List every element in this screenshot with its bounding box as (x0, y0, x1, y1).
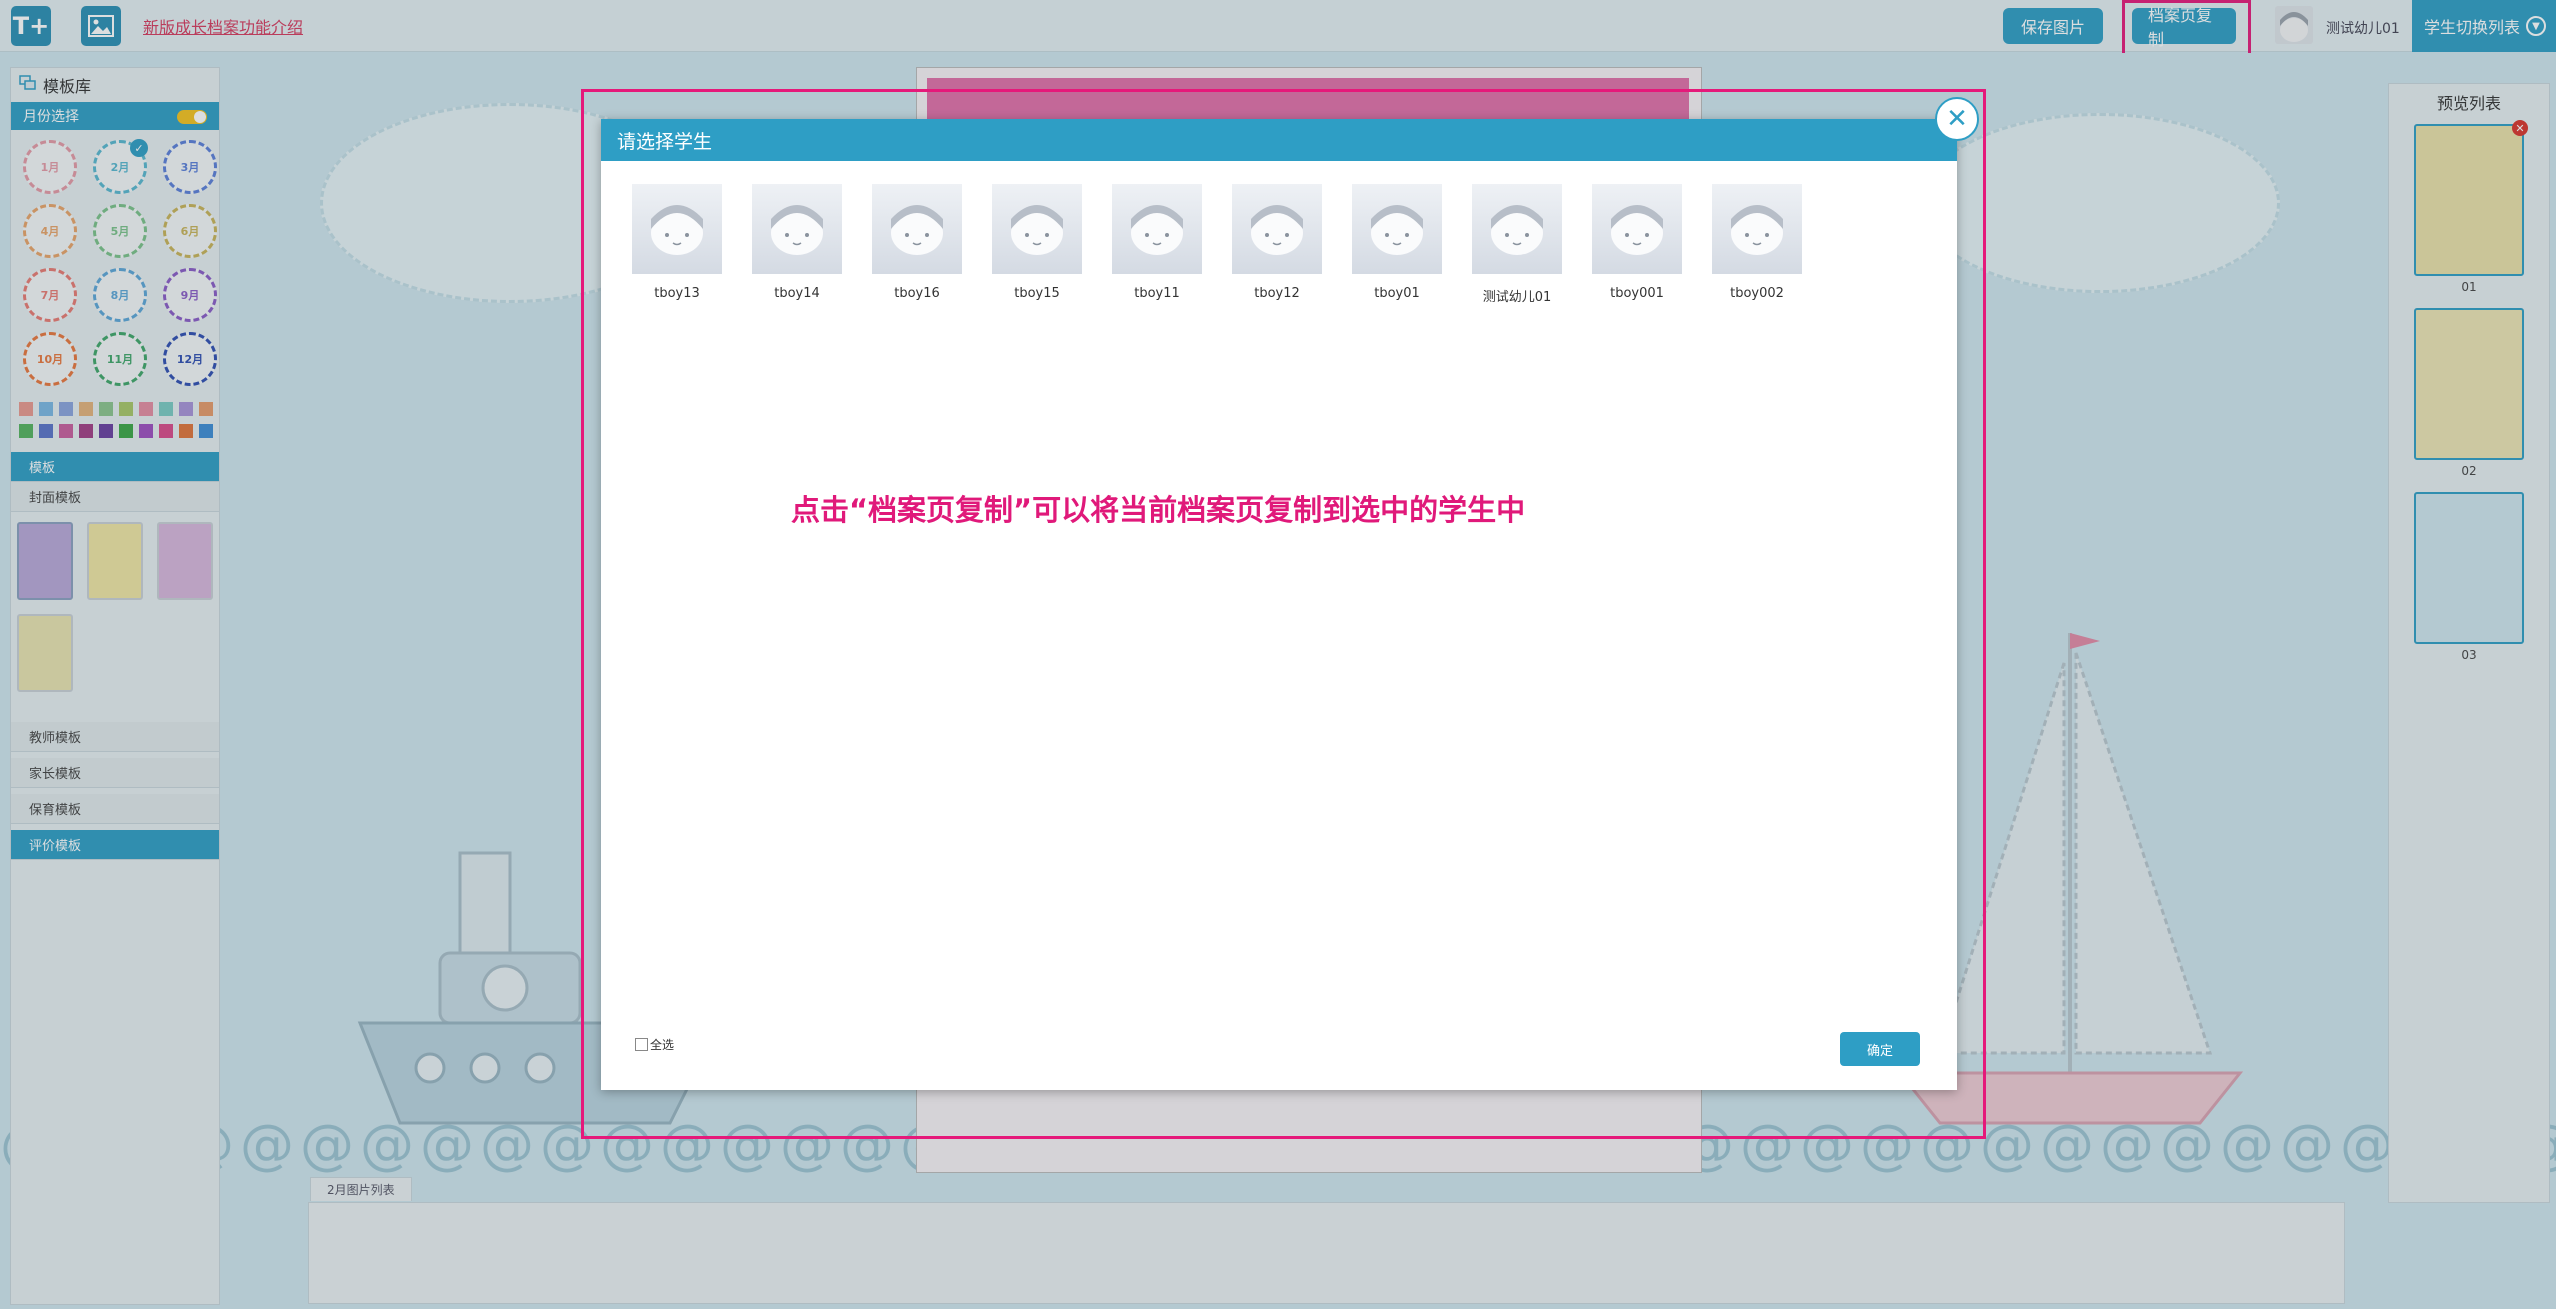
student-list: tboy13 tboy14 tboy16 tboy15 tboy11 tboy1… (632, 184, 1802, 305)
checkbox-box[interactable] (635, 1038, 648, 1051)
select-student-dialog: 请选择学生 tboy13 tboy14 tboy16 tboy15 tboy11… (601, 119, 1957, 1090)
student-item[interactable]: tboy15 (992, 184, 1082, 305)
student-item[interactable]: tboy14 (752, 184, 842, 305)
student-item[interactable]: tboy002 (1712, 184, 1802, 305)
student-name: tboy16 (894, 286, 940, 301)
avatar (992, 184, 1082, 274)
student-item[interactable]: tboy01 (1352, 184, 1442, 305)
student-item[interactable]: 测试幼儿01 (1472, 184, 1562, 305)
student-name: tboy002 (1730, 286, 1784, 301)
avatar (1592, 184, 1682, 274)
annotation-text: 点击“档案页复制”可以将当前档案页复制到选中的学生中 (791, 493, 1526, 527)
avatar (752, 184, 842, 274)
avatar (1352, 184, 1442, 274)
avatar (1112, 184, 1202, 274)
student-name: tboy14 (774, 286, 820, 301)
student-name: 测试幼儿01 (1482, 290, 1552, 305)
avatar (872, 184, 962, 274)
student-item[interactable]: tboy16 (872, 184, 962, 305)
student-name: tboy001 (1610, 286, 1664, 301)
student-item[interactable]: tboy12 (1232, 184, 1322, 305)
avatar (1232, 184, 1322, 274)
avatar (632, 184, 722, 274)
avatar (1712, 184, 1802, 274)
student-item[interactable]: tboy13 (632, 184, 722, 305)
close-icon[interactable]: ✕ (1935, 97, 1979, 141)
student-name: tboy12 (1254, 286, 1300, 301)
student-name: tboy01 (1374, 286, 1420, 301)
confirm-button[interactable]: 确定 (1840, 1032, 1920, 1066)
avatar (1472, 184, 1562, 274)
student-item[interactable]: tboy001 (1592, 184, 1682, 305)
select-all-checkbox[interactable]: 全选 (635, 1036, 674, 1053)
student-name: tboy11 (1134, 286, 1180, 301)
student-name: tboy15 (1014, 286, 1060, 301)
student-item[interactable]: tboy11 (1112, 184, 1202, 305)
dialog-title: 请选择学生 (601, 119, 1957, 161)
select-all-label: 全选 (650, 1038, 675, 1052)
student-name: tboy13 (654, 286, 700, 301)
